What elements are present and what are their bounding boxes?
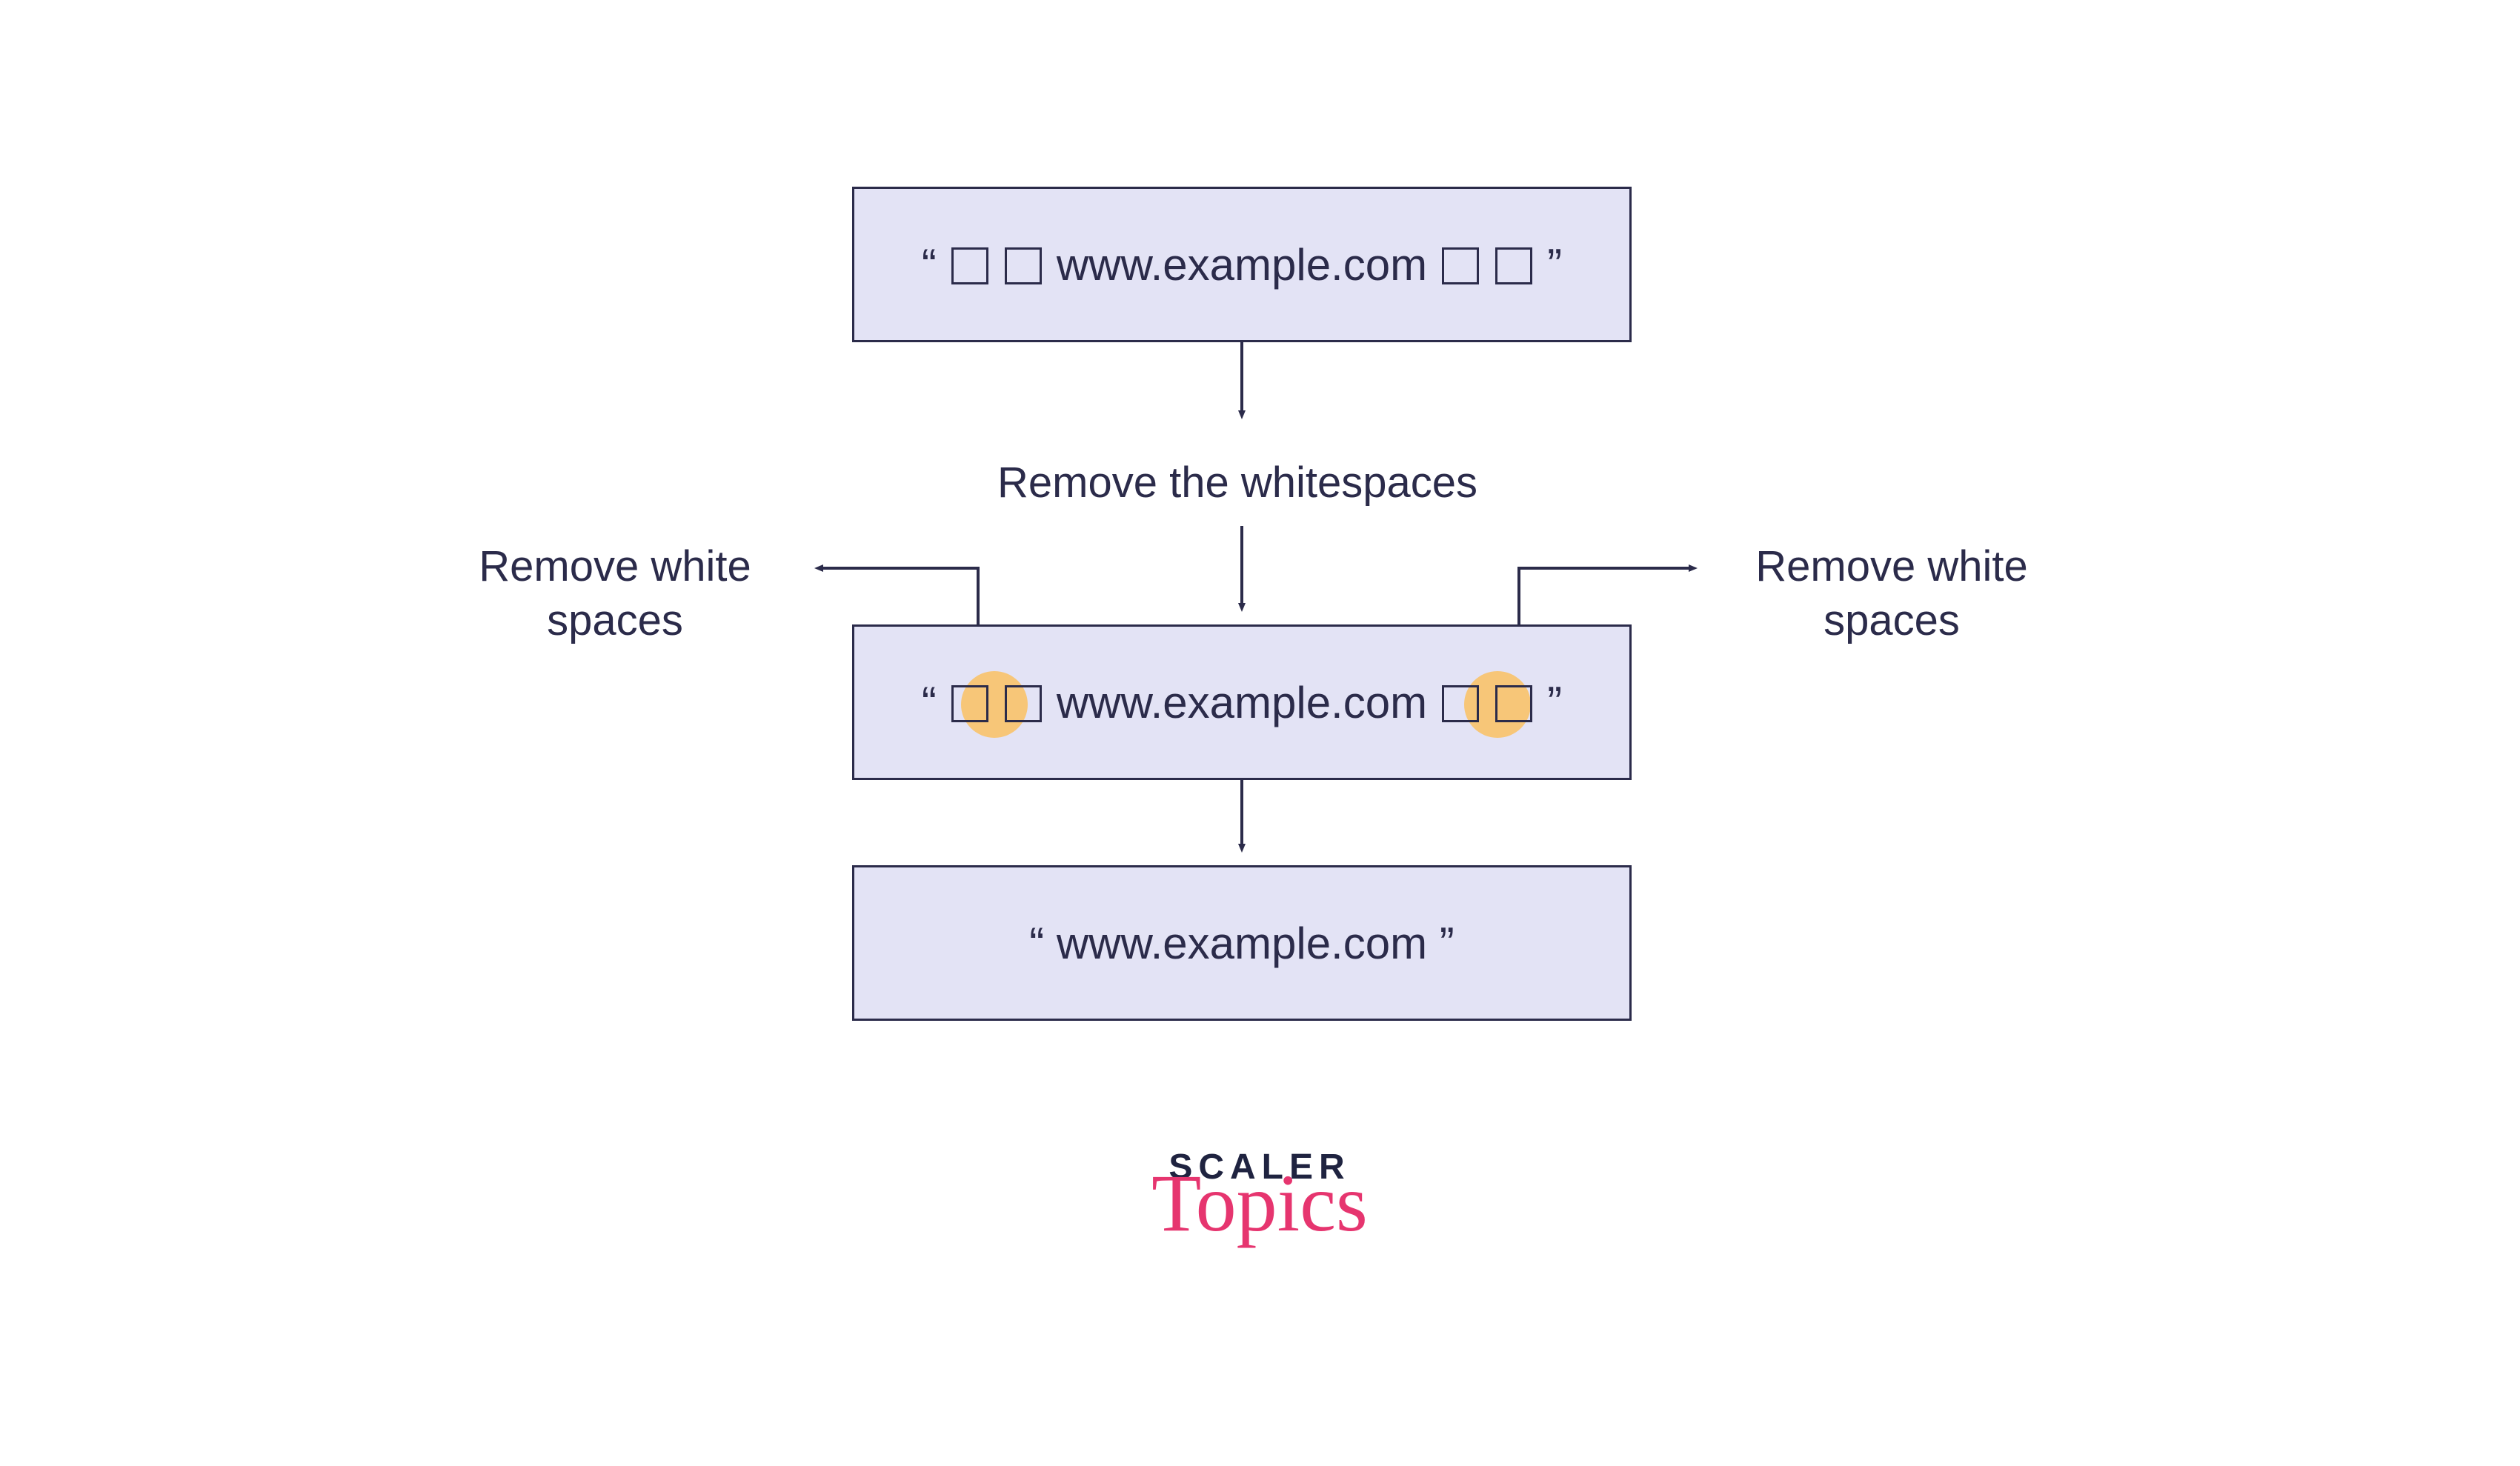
- whitespace-icon: [1005, 247, 1042, 284]
- arrow-left-icon: [819, 568, 978, 624]
- box-input-string: “ www.example.com ”: [852, 187, 1632, 342]
- whitespace-icon: [1495, 685, 1532, 722]
- arrow-right-icon: [1519, 568, 1693, 624]
- label-line: spaces: [547, 596, 683, 644]
- whitespace-icon: [951, 685, 988, 722]
- label-remove-right: Remove white spaces: [1718, 540, 2066, 647]
- output-string-content: “ www.example.com ”: [1029, 918, 1454, 969]
- quote-open: “: [922, 240, 937, 290]
- url-text: www.example.com: [1057, 919, 1427, 968]
- whitespace-icon: [1442, 685, 1479, 722]
- diagram-canvas: “ www.example.com ” Remove the whitespac…: [0, 0, 2520, 1466]
- trimming-string-content: “ www.example.com ”: [922, 677, 1562, 728]
- scaler-topics-logo: SCALER Topics: [1141, 1147, 1378, 1240]
- quote-close: ”: [1547, 240, 1562, 290]
- logo-line2: Topics: [1141, 1167, 1378, 1240]
- input-string-content: “ www.example.com ”: [922, 239, 1562, 290]
- label-remove-left: Remove white spaces: [441, 540, 789, 647]
- whitespace-icon: [1495, 247, 1532, 284]
- whitespace-icon: [1005, 685, 1042, 722]
- label-line: Remove white: [479, 542, 751, 590]
- label-line: spaces: [1823, 596, 1960, 644]
- box-trimming-string: “ www.example.com ”: [852, 624, 1632, 780]
- quote-open: “: [1029, 919, 1044, 968]
- url-text: www.example.com: [1057, 678, 1427, 727]
- url-text: www.example.com: [1057, 240, 1427, 290]
- whitespace-icon: [1442, 247, 1479, 284]
- label-step-remove-whitespaces: Remove the whitespaces: [941, 456, 1534, 510]
- label-line: Remove white: [1755, 542, 2027, 590]
- quote-open: “: [922, 678, 937, 727]
- quote-close: ”: [1440, 919, 1455, 968]
- box-output-string: “ www.example.com ”: [852, 865, 1632, 1021]
- quote-close: ”: [1547, 678, 1562, 727]
- whitespace-icon: [951, 247, 988, 284]
